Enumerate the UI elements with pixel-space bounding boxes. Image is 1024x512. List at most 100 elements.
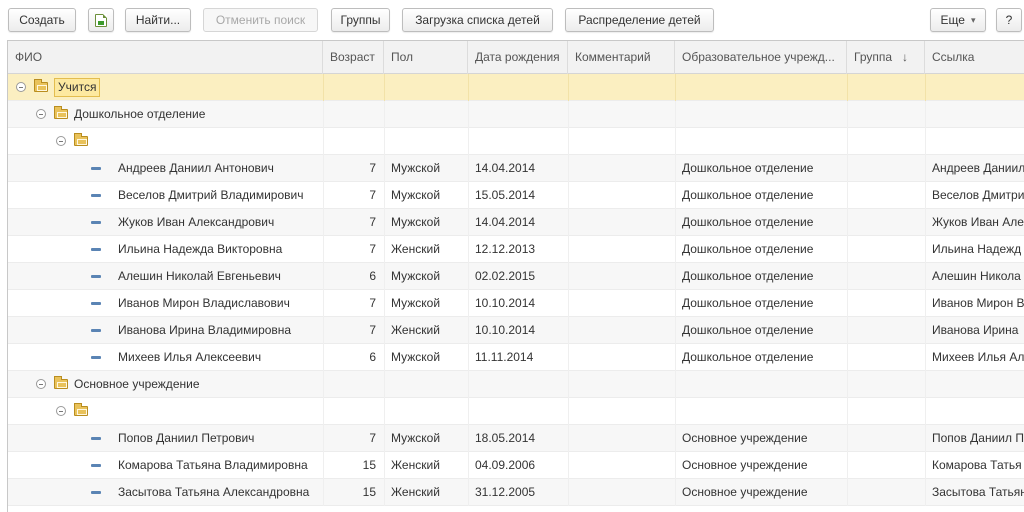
- group-row-preschool[interactable]: Дошкольное отделение: [8, 101, 1024, 128]
- folder-icon: [54, 376, 68, 389]
- table-row[interactable]: Андреев Даниил Антонович 7 Мужской 14.04.20…: [8, 155, 1024, 182]
- sex-header[interactable]: Пол: [384, 41, 468, 74]
- cancel-search-button[interactable]: Отменить поиск: [203, 8, 318, 32]
- column-label: ФИО: [15, 50, 43, 64]
- fio-cell: Веселов Дмитрий Владимирович: [118, 188, 304, 202]
- table-row[interactable]: Алешин Николай Евгеньевич 6 Мужской 02.02.2…: [8, 263, 1024, 290]
- dob-header[interactable]: Дата рождения: [468, 41, 568, 74]
- table-row[interactable]: Михеев Илья Алексеевич 6 Мужской 11.11.2014…: [8, 344, 1024, 371]
- group-row-main[interactable]: Основное учреждение: [8, 371, 1024, 398]
- school-cell: Дошкольное отделение: [682, 323, 814, 337]
- school-header[interactable]: Образовательное учрежд...: [675, 41, 847, 74]
- item-dash-icon: [91, 248, 101, 251]
- age-cell: 7: [369, 188, 376, 202]
- comment-cell: [568, 290, 675, 317]
- table-row[interactable]: Ильина Надежда Викторовна 7 Женский 12.12.2…: [8, 236, 1024, 263]
- table-row[interactable]: Комарова Татьяна Владимировна 15 Женский 04…: [8, 452, 1024, 479]
- item-dash-icon: [91, 302, 101, 305]
- link-header[interactable]: Ссылка: [925, 41, 1024, 74]
- column-separator: [468, 371, 469, 398]
- comment-cell: [568, 452, 675, 479]
- dob-cell: 10.10.2014: [475, 296, 536, 310]
- age-cell: 6: [369, 269, 376, 283]
- group-label: Учится: [54, 78, 101, 97]
- collapse-icon[interactable]: [56, 406, 66, 416]
- table-row[interactable]: Иванова Ирина Владимировна 7 Женский 10.10.…: [8, 317, 1024, 344]
- dob-cell: 02.02.2015: [475, 269, 536, 283]
- link-cell: Ильина Надежд: [932, 242, 1022, 256]
- create-button[interactable]: Создать: [8, 8, 76, 32]
- sex-cell: Мужской: [391, 269, 441, 283]
- age-cell: 15: [362, 458, 376, 472]
- age-cell: 7: [369, 323, 376, 337]
- column-separator: [468, 101, 469, 128]
- collapse-icon[interactable]: [36, 109, 46, 119]
- fio-cell: Андреев Даниил Антонович: [118, 161, 274, 175]
- sex-cell: Мужской: [391, 431, 441, 445]
- copy-button[interactable]: [88, 8, 114, 32]
- group-row-main-unnamed[interactable]: [8, 398, 1024, 425]
- link-cell: Иванова Ирина: [932, 323, 1019, 337]
- group-cell: [847, 263, 925, 290]
- fio-header[interactable]: ФИО: [8, 41, 323, 74]
- help-button[interactable]: ?: [996, 8, 1022, 32]
- school-cell: Дошкольное отделение: [682, 215, 814, 229]
- sex-cell: Женский: [391, 242, 440, 256]
- fio-cell: Попов Даниил Петрович: [118, 431, 255, 445]
- table-row[interactable]: Засытова Татьяна Александровна 15 Женский 3…: [8, 479, 1024, 506]
- link-cell: Веселов Дмитри: [932, 188, 1024, 202]
- table-row[interactable]: Попов Даниил Петрович 7 Мужской 18.05.2014 О…: [8, 425, 1024, 452]
- age-cell: 7: [369, 242, 376, 256]
- fio-cell: Ильина Надежда Викторовна: [118, 242, 283, 256]
- column-separator: [847, 371, 848, 398]
- school-cell: Дошкольное отделение: [682, 188, 814, 202]
- column-separator: [568, 398, 569, 425]
- table-row[interactable]: Иванов Мирон Владиславович 7 Мужской 10.10.…: [8, 290, 1024, 317]
- find-button[interactable]: Найти...: [125, 8, 191, 32]
- fio-cell: Михеев Илья Алексеевич: [118, 350, 262, 364]
- school-cell: Основное учреждение: [682, 431, 808, 445]
- school-cell: Дошкольное отделение: [682, 350, 814, 364]
- column-separator: [384, 74, 385, 101]
- item-dash-icon: [91, 275, 101, 278]
- collapse-icon[interactable]: [16, 82, 26, 92]
- distribute-children-button[interactable]: Распределение детей: [565, 8, 714, 32]
- item-dash-icon: [91, 437, 101, 440]
- groups-button[interactable]: Группы: [331, 8, 390, 32]
- link-cell: Попов Даниил П: [932, 431, 1024, 445]
- sex-cell: Мужской: [391, 188, 441, 202]
- age-header[interactable]: Возраст: [323, 41, 384, 74]
- comment-cell: [568, 155, 675, 182]
- column-label: Образовательное учрежд...: [682, 50, 835, 64]
- group-row-root[interactable]: Учится: [8, 74, 1024, 101]
- comment-cell: [568, 317, 675, 344]
- dob-cell: 15.05.2014: [475, 188, 536, 202]
- column-separator: [675, 398, 676, 425]
- table-row[interactable]: Жуков Иван Александрович 7 Мужской 14.04.20…: [8, 209, 1024, 236]
- age-cell: 6: [369, 350, 376, 364]
- dob-cell: 10.10.2014: [475, 323, 536, 337]
- collapse-icon[interactable]: [36, 379, 46, 389]
- more-button[interactable]: Еще ▾: [930, 8, 986, 32]
- group-row-preschool-unnamed[interactable]: [8, 128, 1024, 155]
- link-cell: Жуков Иван Але: [932, 215, 1024, 229]
- group-label: Основное учреждение: [74, 377, 200, 391]
- link-cell: Алешин Никола: [932, 269, 1021, 283]
- sex-cell: Мужской: [391, 296, 441, 310]
- group-cell: [847, 290, 925, 317]
- comment-header[interactable]: Комментарий: [568, 41, 675, 74]
- table-header: ФИО Возраст Пол Дата рождения Комментарий Обр…: [8, 41, 1024, 74]
- table-row[interactable]: Веселов Дмитрий Владимирович 7 Мужской 15.0…: [8, 182, 1024, 209]
- column-separator: [847, 398, 848, 425]
- children-list-table: ФИО Возраст Пол Дата рождения Комментарий Обр…: [7, 40, 1024, 512]
- item-dash-icon: [91, 167, 101, 170]
- collapse-icon[interactable]: [56, 136, 66, 146]
- group-header[interactable]: Группа ↓: [847, 41, 925, 74]
- column-separator: [468, 398, 469, 425]
- group-cell: [847, 452, 925, 479]
- age-cell: 7: [369, 161, 376, 175]
- group-cell: [847, 344, 925, 371]
- sex-cell: Мужской: [391, 161, 441, 175]
- load-children-button[interactable]: Загрузка списка детей: [402, 8, 553, 32]
- column-label: Возраст: [330, 50, 375, 64]
